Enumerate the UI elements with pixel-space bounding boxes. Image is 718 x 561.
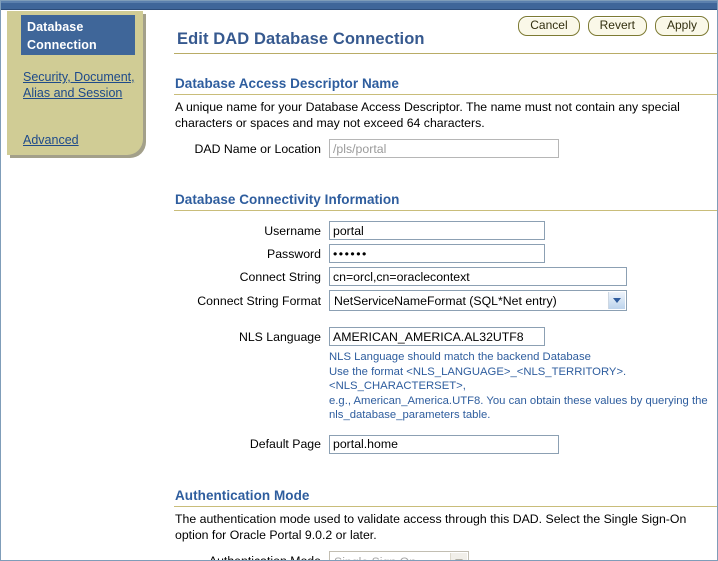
- connect-string-label: Connect String: [239, 269, 321, 284]
- form-row-nls-language: NLS Language: [153, 327, 717, 346]
- nls-help-line-1: NLS Language should match the backend Da…: [329, 351, 591, 363]
- default-page-label: Default Page: [249, 437, 321, 451]
- section-heading-connectivity: Database Connectivity Information: [175, 192, 400, 207]
- section-description-authentication-mode: The authentication mode used to validate…: [175, 511, 687, 542]
- form-row-username: Username: [153, 221, 717, 240]
- section-heading-authentication-mode: Authentication Mode: [175, 487, 310, 503]
- default-page-input[interactable]: [329, 434, 559, 454]
- connect-string-format-label: Connect String Format: [197, 293, 321, 308]
- nls-language-label: NLS Language: [238, 329, 321, 344]
- dad-name-label: DAD Name or Location: [194, 141, 321, 156]
- chevron-down-icon[interactable]: [450, 552, 467, 560]
- dad-name-input[interactable]: [329, 139, 559, 158]
- connect-string-format-value: NetServiceNameFormat (SQL*Net entry): [334, 294, 557, 308]
- authentication-mode-label: Authentication Mode: [208, 554, 321, 561]
- nls-help-line-2: Use the format <NLS_LANGUAGE>_<NLS_TERRI…: [329, 365, 627, 393]
- connect-string-format-select[interactable]: NetServiceNameFormat (SQL*Net entry): [329, 290, 627, 311]
- form-row-connect-string-format: Connect String Format NetServiceNameForm…: [153, 290, 717, 311]
- username-label: Username: [264, 223, 321, 238]
- connect-string-input[interactable]: [329, 267, 627, 286]
- form-row-dad-name: DAD Name or Location: [153, 139, 717, 158]
- chevron-down-icon[interactable]: [608, 292, 625, 309]
- form-row-password: Password: [153, 244, 717, 263]
- password-input[interactable]: [329, 244, 545, 263]
- section-description-dad-name: A unique name for your Database Access D…: [175, 100, 680, 130]
- username-input[interactable]: [329, 221, 545, 240]
- sidebar-item-label: Database Connection: [27, 20, 97, 52]
- sidebar: Database Connection Security, Document, …: [7, 11, 143, 155]
- application-window: Database Connection Security, Document, …: [0, 0, 718, 561]
- section-heading-dad-name: Database Access Descriptor Name: [175, 76, 399, 91]
- top-blue-bar: [1, 1, 717, 10]
- nls-help-text: NLS Language should match the backend Da…: [153, 350, 717, 423]
- form-row-default-page: Default Page: [153, 434, 717, 454]
- sidebar-item-security-document-alias-session[interactable]: Security, Document, Alias and Session: [23, 69, 139, 101]
- authentication-mode-select[interactable]: Single Sign On: [329, 550, 469, 561]
- authentication-mode-value: Single Sign On: [330, 552, 468, 561]
- form-row-authentication-mode: Authentication Mode Single Sign On: [153, 550, 717, 561]
- nls-help-line-3: e.g., American_America.UTF8. You can obt…: [329, 394, 708, 407]
- password-label: Password: [267, 246, 321, 261]
- page-title: Edit DAD Database Connection: [177, 30, 425, 48]
- top-bar-highlight: [1, 1, 717, 3]
- sidebar-item-advanced[interactable]: Advanced: [23, 132, 79, 148]
- nls-help-line-4: nls_database_parameters table.: [329, 409, 491, 421]
- sidebar-item-database-connection[interactable]: Database Connection: [21, 15, 135, 55]
- nls-language-input[interactable]: [329, 327, 545, 346]
- main-content: Edit DAD Database Connection Database Ac…: [153, 11, 717, 561]
- form-row-connect-string: Connect String: [153, 267, 717, 286]
